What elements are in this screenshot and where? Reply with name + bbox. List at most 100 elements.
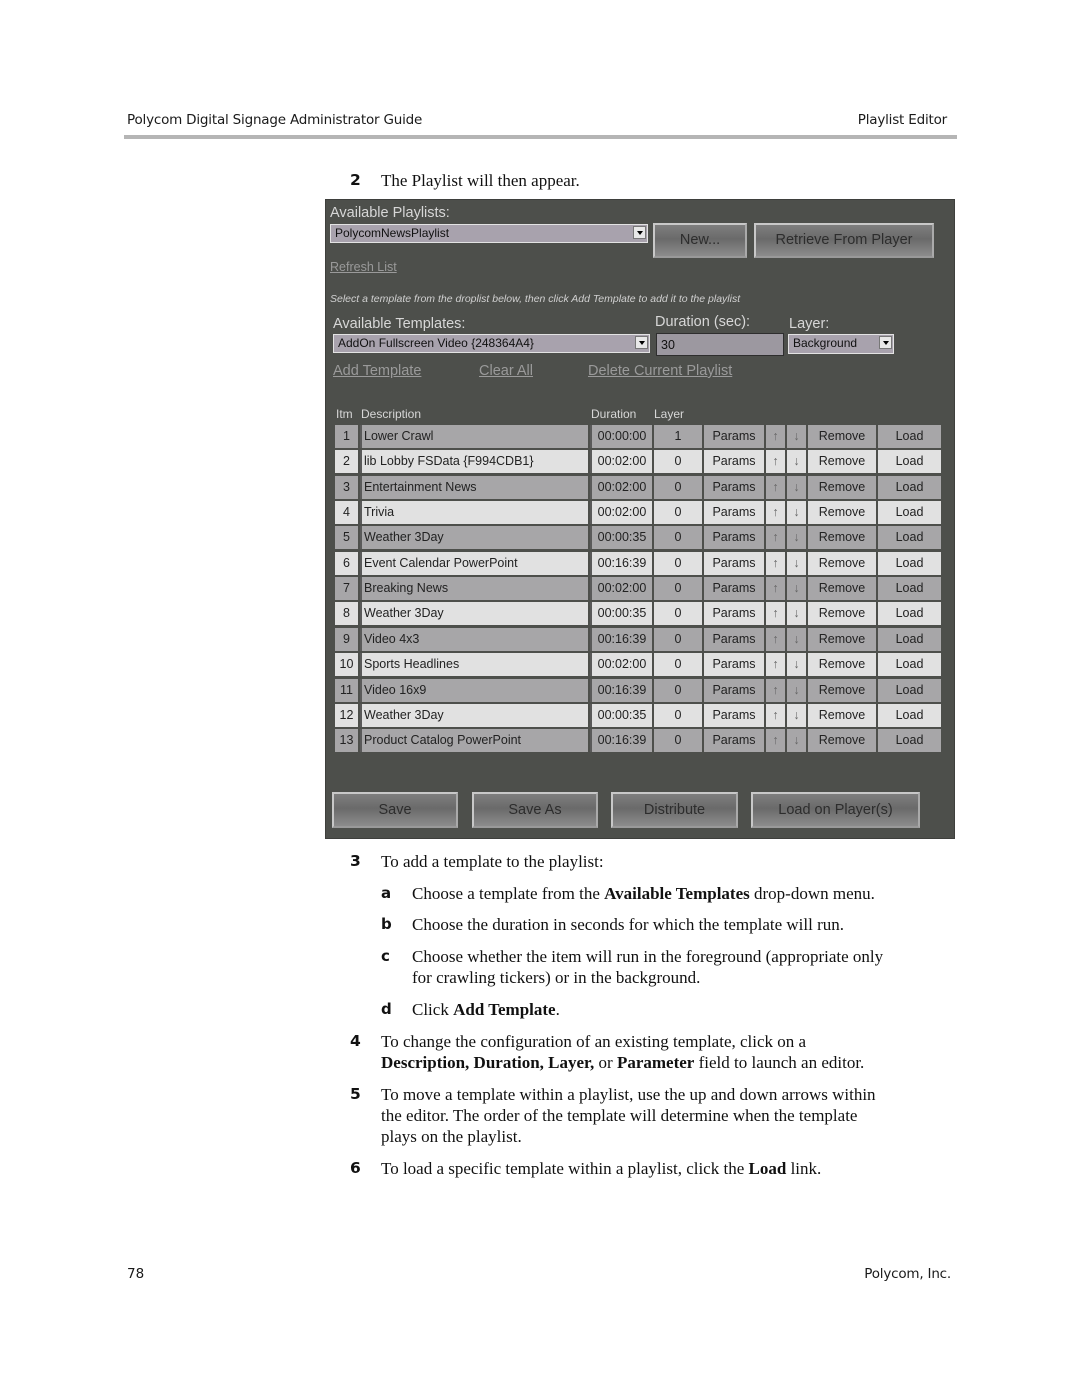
load-button[interactable]: Load bbox=[878, 653, 941, 677]
load-button[interactable]: Load bbox=[878, 577, 941, 601]
params-button[interactable]: Params bbox=[704, 627, 764, 651]
params-button[interactable]: Params bbox=[704, 678, 764, 702]
duration-cell[interactable]: 00:02:00 bbox=[590, 501, 652, 525]
description-cell[interactable]: Video 16x9 bbox=[360, 678, 588, 702]
layer-cell[interactable]: 0 bbox=[654, 551, 702, 575]
load-button[interactable]: Load bbox=[878, 627, 941, 651]
arrow-down-icon[interactable]: ↓ bbox=[787, 678, 806, 702]
params-button[interactable]: Params bbox=[704, 602, 764, 626]
clear-all-link[interactable]: Clear All bbox=[479, 363, 533, 379]
arrow-up-icon[interactable]: ↑ bbox=[766, 653, 785, 677]
arrow-down-icon[interactable]: ↓ bbox=[787, 450, 806, 474]
params-button[interactable]: Params bbox=[704, 450, 764, 474]
arrow-down-icon[interactable]: ↓ bbox=[787, 729, 806, 753]
arrow-up-icon[interactable]: ↑ bbox=[766, 501, 785, 525]
arrow-up-icon[interactable]: ↑ bbox=[766, 577, 785, 601]
arrow-up-icon[interactable]: ↑ bbox=[766, 526, 785, 550]
arrow-up-icon[interactable]: ↑ bbox=[766, 551, 785, 575]
params-button[interactable]: Params bbox=[704, 577, 764, 601]
arrow-down-icon[interactable]: ↓ bbox=[787, 475, 806, 499]
delete-current-playlist-link[interactable]: Delete Current Playlist bbox=[588, 363, 732, 379]
template-select[interactable]: AddOn Fullscreen Video {248364A4} bbox=[333, 334, 650, 353]
remove-button[interactable]: Remove bbox=[808, 526, 876, 550]
duration-cell[interactable]: 00:00:00 bbox=[590, 425, 652, 448]
arrow-down-icon[interactable]: ↓ bbox=[787, 526, 806, 550]
remove-button[interactable]: Remove bbox=[808, 501, 876, 525]
chevron-down-icon[interactable] bbox=[879, 336, 892, 349]
arrow-up-icon[interactable]: ↑ bbox=[766, 450, 785, 474]
layer-cell[interactable]: 0 bbox=[654, 475, 702, 499]
remove-button[interactable]: Remove bbox=[808, 450, 876, 474]
save-button[interactable]: Save bbox=[332, 792, 458, 828]
layer-cell[interactable]: 0 bbox=[654, 627, 702, 651]
description-cell[interactable]: Entertainment News bbox=[360, 475, 588, 499]
description-cell[interactable]: Product Catalog PowerPoint bbox=[360, 729, 588, 753]
params-button[interactable]: Params bbox=[704, 703, 764, 727]
chevron-down-icon[interactable] bbox=[635, 336, 648, 349]
add-template-link[interactable]: Add Template bbox=[333, 363, 421, 379]
params-button[interactable]: Params bbox=[704, 501, 764, 525]
params-button[interactable]: Params bbox=[704, 475, 764, 499]
load-button[interactable]: Load bbox=[878, 425, 941, 448]
load-button[interactable]: Load bbox=[878, 501, 941, 525]
duration-cell[interactable]: 00:16:39 bbox=[590, 729, 652, 753]
duration-cell[interactable]: 00:02:00 bbox=[590, 653, 652, 677]
remove-button[interactable]: Remove bbox=[808, 475, 876, 499]
retrieve-from-player-button[interactable]: Retrieve From Player bbox=[754, 223, 934, 258]
params-button[interactable]: Params bbox=[704, 653, 764, 677]
duration-cell[interactable]: 00:16:39 bbox=[590, 627, 652, 651]
duration-cell[interactable]: 00:02:00 bbox=[590, 577, 652, 601]
layer-cell[interactable]: 0 bbox=[654, 577, 702, 601]
arrow-up-icon[interactable]: ↑ bbox=[766, 602, 785, 626]
arrow-down-icon[interactable]: ↓ bbox=[787, 627, 806, 651]
playlist-select[interactable]: PolycomNewsPlaylist bbox=[330, 224, 648, 243]
remove-button[interactable]: Remove bbox=[808, 729, 876, 753]
description-cell[interactable]: Video 4x3 bbox=[360, 627, 588, 651]
remove-button[interactable]: Remove bbox=[808, 678, 876, 702]
remove-button[interactable]: Remove bbox=[808, 703, 876, 727]
duration-cell[interactable]: 00:16:39 bbox=[590, 678, 652, 702]
load-button[interactable]: Load bbox=[878, 551, 941, 575]
arrow-down-icon[interactable]: ↓ bbox=[787, 602, 806, 626]
remove-button[interactable]: Remove bbox=[808, 627, 876, 651]
layer-select[interactable]: Background bbox=[788, 334, 894, 354]
arrow-up-icon[interactable]: ↑ bbox=[766, 678, 785, 702]
save-as-button[interactable]: Save As bbox=[472, 792, 598, 828]
layer-cell[interactable]: 0 bbox=[654, 450, 702, 474]
layer-cell[interactable]: 0 bbox=[654, 653, 702, 677]
duration-cell[interactable]: 00:00:35 bbox=[590, 703, 652, 727]
arrow-down-icon[interactable]: ↓ bbox=[787, 703, 806, 727]
load-button[interactable]: Load bbox=[878, 450, 941, 474]
duration-cell[interactable]: 00:00:35 bbox=[590, 526, 652, 550]
description-cell[interactable]: Weather 3Day bbox=[360, 703, 588, 727]
remove-button[interactable]: Remove bbox=[808, 577, 876, 601]
layer-cell[interactable]: 0 bbox=[654, 602, 702, 626]
load-button[interactable]: Load bbox=[878, 475, 941, 499]
load-on-players-button[interactable]: Load on Player(s) bbox=[751, 792, 920, 828]
description-cell[interactable]: Sports Headlines bbox=[360, 653, 588, 677]
load-button[interactable]: Load bbox=[878, 526, 941, 550]
refresh-list-link[interactable]: Refresh List bbox=[330, 260, 397, 274]
load-button[interactable]: Load bbox=[878, 602, 941, 626]
duration-cell[interactable]: 00:00:35 bbox=[590, 602, 652, 626]
arrow-up-icon[interactable]: ↑ bbox=[766, 425, 785, 448]
remove-button[interactable]: Remove bbox=[808, 653, 876, 677]
layer-cell[interactable]: 0 bbox=[654, 729, 702, 753]
params-button[interactable]: Params bbox=[704, 729, 764, 753]
layer-cell[interactable]: 1 bbox=[654, 425, 702, 448]
load-button[interactable]: Load bbox=[878, 703, 941, 727]
remove-button[interactable]: Remove bbox=[808, 425, 876, 448]
distribute-button[interactable]: Distribute bbox=[611, 792, 738, 828]
remove-button[interactable]: Remove bbox=[808, 602, 876, 626]
params-button[interactable]: Params bbox=[704, 425, 764, 448]
load-button[interactable]: Load bbox=[878, 729, 941, 753]
arrow-down-icon[interactable]: ↓ bbox=[787, 577, 806, 601]
layer-cell[interactable]: 0 bbox=[654, 703, 702, 727]
arrow-down-icon[interactable]: ↓ bbox=[787, 551, 806, 575]
description-cell[interactable]: Weather 3Day bbox=[360, 602, 588, 626]
arrow-up-icon[interactable]: ↑ bbox=[766, 729, 785, 753]
arrow-up-icon[interactable]: ↑ bbox=[766, 627, 785, 651]
description-cell[interactable]: Breaking News bbox=[360, 577, 588, 601]
duration-cell[interactable]: 00:02:00 bbox=[590, 450, 652, 474]
layer-cell[interactable]: 0 bbox=[654, 678, 702, 702]
